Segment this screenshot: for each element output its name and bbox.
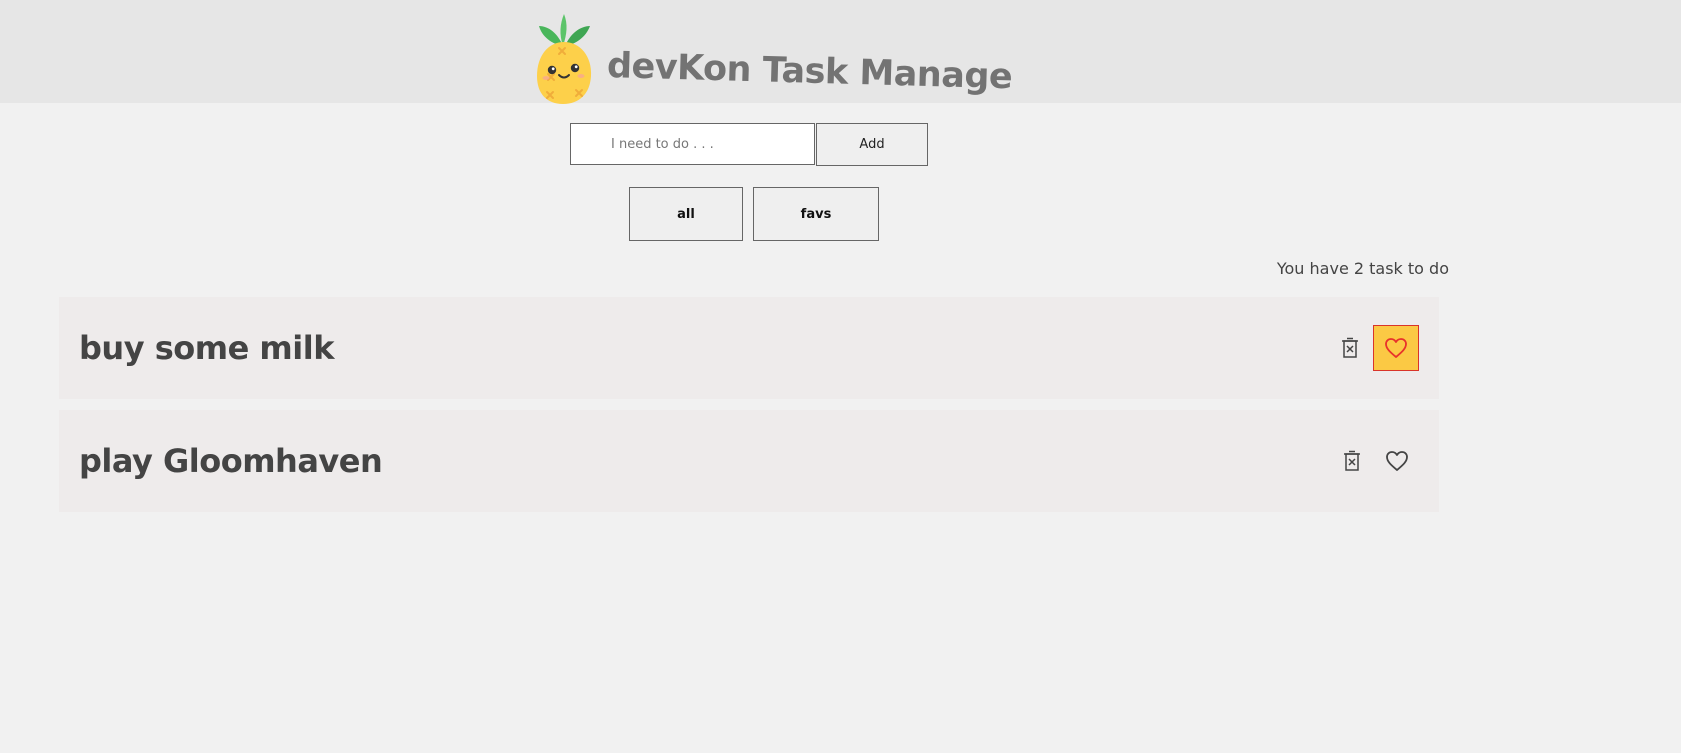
pineapple-logo-icon bbox=[537, 14, 592, 104]
trash-icon bbox=[1342, 337, 1358, 358]
favorite-toggle-button[interactable] bbox=[1374, 438, 1420, 484]
add-button[interactable]: Add bbox=[816, 123, 928, 166]
delete-task-button[interactable] bbox=[1339, 336, 1361, 360]
filter-favs-button[interactable]: favs bbox=[753, 187, 879, 241]
task-count-text: You have 2 task to do bbox=[1276, 259, 1449, 278]
heart-icon bbox=[1386, 451, 1408, 471]
task-row: buy some milk bbox=[59, 297, 1439, 399]
trash-icon bbox=[1344, 450, 1360, 471]
task-row: play Gloomhaven bbox=[59, 410, 1439, 512]
delete-task-button[interactable] bbox=[1341, 449, 1363, 473]
task-title: play Gloomhaven bbox=[79, 442, 383, 480]
app-header: devKon Task Manage bbox=[0, 0, 1681, 104]
filter-all-button[interactable]: all bbox=[629, 187, 743, 241]
heart-icon bbox=[1385, 338, 1407, 358]
favorite-toggle-button[interactable] bbox=[1373, 325, 1419, 371]
app-title: devKon Task Manage bbox=[606, 46, 1013, 98]
task-input[interactable] bbox=[570, 123, 815, 165]
task-title: buy some milk bbox=[79, 329, 334, 367]
